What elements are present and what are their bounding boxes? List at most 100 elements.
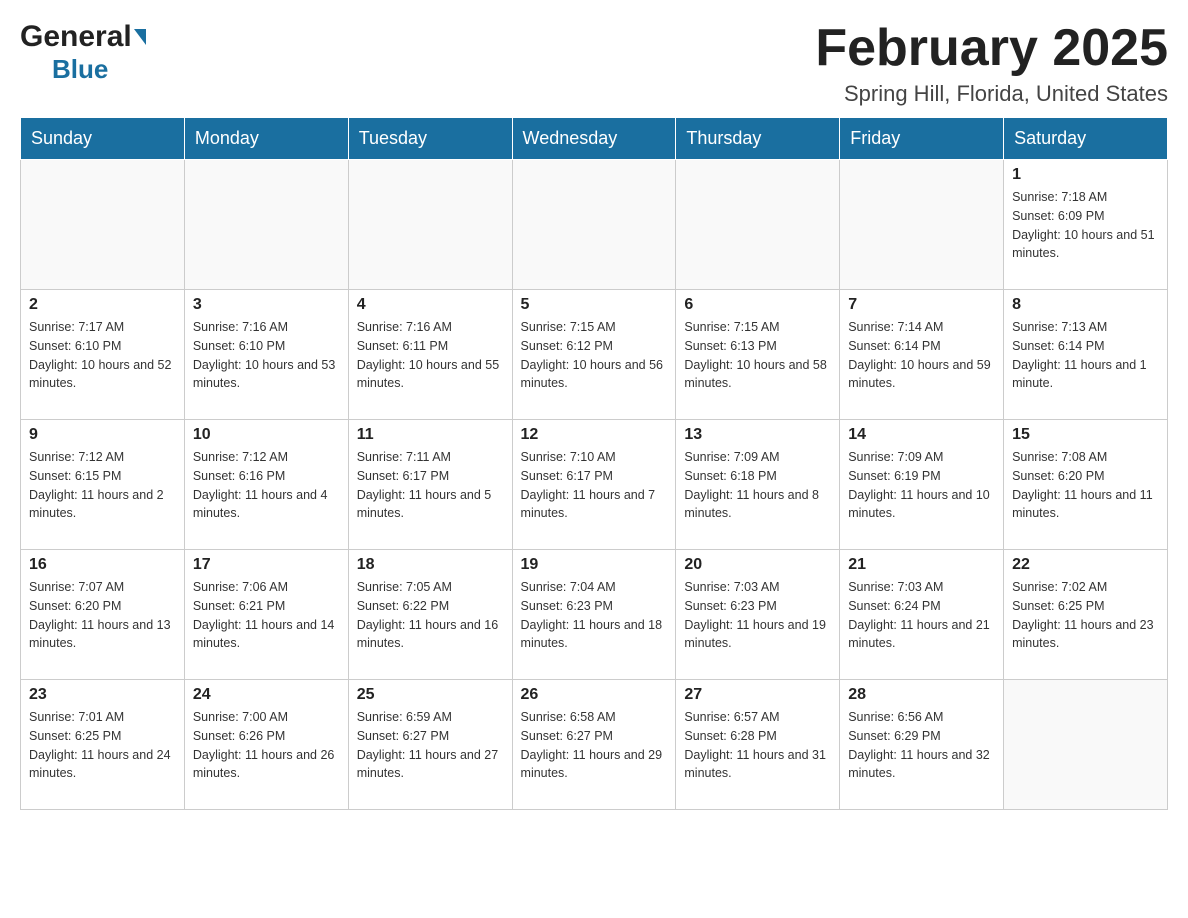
day-number: 10: [193, 426, 340, 444]
table-row: [184, 160, 348, 290]
col-wednesday: Wednesday: [512, 118, 676, 160]
day-info: Sunrise: 7:04 AMSunset: 6:23 PMDaylight:…: [521, 578, 668, 653]
day-info: Sunrise: 7:10 AMSunset: 6:17 PMDaylight:…: [521, 448, 668, 523]
day-number: 12: [521, 426, 668, 444]
table-row: 18 Sunrise: 7:05 AMSunset: 6:22 PMDayligh…: [348, 550, 512, 680]
day-info: Sunrise: 7:16 AMSunset: 6:11 PMDaylight:…: [357, 318, 504, 393]
day-number: 27: [684, 686, 831, 704]
day-info: Sunrise: 6:57 AMSunset: 6:28 PMDaylight:…: [684, 708, 831, 783]
day-number: 28: [848, 686, 995, 704]
day-info: Sunrise: 7:11 AMSunset: 6:17 PMDaylight:…: [357, 448, 504, 523]
table-row: 9Sunrise: 7:12 AMSunset: 6:15 PMDaylight…: [21, 420, 185, 550]
day-info: Sunrise: 6:59 AMSunset: 6:27 PMDaylight:…: [357, 708, 504, 783]
col-sunday: Sunday: [21, 118, 185, 160]
day-info: Sunrise: 7:18 AMSunset: 6:09 PMDaylight:…: [1012, 188, 1159, 263]
table-row: [21, 160, 185, 290]
day-info: Sunrise: 7:16 AMSunset: 6:10 PMDaylight:…: [193, 318, 340, 393]
col-thursday: Thursday: [676, 118, 840, 160]
col-tuesday: Tuesday: [348, 118, 512, 160]
calendar-header-row: Sunday Monday Tuesday Wednesday Thursday…: [21, 118, 1168, 160]
day-number: 18: [357, 556, 504, 574]
calendar-week-3: 9Sunrise: 7:12 AMSunset: 6:15 PMDaylight…: [21, 420, 1168, 550]
day-info: Sunrise: 7:01 AMSunset: 6:25 PMDaylight:…: [29, 708, 176, 783]
day-info: Sunrise: 7:12 AMSunset: 6:15 PMDaylight:…: [29, 448, 176, 523]
table-row: 8Sunrise: 7:13 AMSunset: 6:14 PMDaylight…: [1004, 290, 1168, 420]
col-monday: Monday: [184, 118, 348, 160]
table-row: 6 Sunrise: 7:15 AMSunset: 6:13 PMDaylight…: [676, 290, 840, 420]
title-block: February 2025 Spring Hill, Florida, Unit…: [815, 20, 1168, 107]
table-row: 19 Sunrise: 7:04 AMSunset: 6:23 PMDayligh…: [512, 550, 676, 680]
table-row: 23 Sunrise: 7:01 AMSunset: 6:25 PMDayligh…: [21, 680, 185, 810]
table-row: 17Sunrise: 7:06 AMSunset: 6:21 PMDayligh…: [184, 550, 348, 680]
day-info: Sunrise: 7:09 AMSunset: 6:18 PMDaylight:…: [684, 448, 831, 523]
page-subtitle: Spring Hill, Florida, United States: [815, 81, 1168, 107]
day-number: 19: [521, 556, 668, 574]
table-row: 5 Sunrise: 7:15 AMSunset: 6:12 PMDaylight…: [512, 290, 676, 420]
logo-general-text: General: [20, 20, 132, 54]
table-row: 13 Sunrise: 7:09 AMSunset: 6:18 PMDayligh…: [676, 420, 840, 550]
day-info: Sunrise: 7:05 AMSunset: 6:22 PMDaylight:…: [357, 578, 504, 653]
day-number: 13: [684, 426, 831, 444]
day-number: 23: [29, 686, 176, 704]
day-number: 11: [357, 426, 504, 444]
table-row: 2Sunrise: 7:17 AMSunset: 6:10 PMDaylight…: [21, 290, 185, 420]
table-row: 22 Sunrise: 7:02 AMSunset: 6:25 PMDayligh…: [1004, 550, 1168, 680]
day-info: Sunrise: 7:15 AMSunset: 6:13 PMDaylight:…: [684, 318, 831, 393]
day-number: 8: [1012, 296, 1159, 314]
day-number: 6: [684, 296, 831, 314]
day-number: 16: [29, 556, 176, 574]
calendar-table: Sunday Monday Tuesday Wednesday Thursday…: [20, 117, 1168, 810]
day-number: 1: [1012, 166, 1159, 184]
col-friday: Friday: [840, 118, 1004, 160]
table-row: 28 Sunrise: 6:56 AMSunset: 6:29 PMDayligh…: [840, 680, 1004, 810]
day-number: 25: [357, 686, 504, 704]
day-info: Sunrise: 7:15 AMSunset: 6:12 PMDaylight:…: [521, 318, 668, 393]
table-row: 16 Sunrise: 7:07 AMSunset: 6:20 PMDayligh…: [21, 550, 185, 680]
table-row: 27 Sunrise: 6:57 AMSunset: 6:28 PMDayligh…: [676, 680, 840, 810]
table-row: 4 Sunrise: 7:16 AMSunset: 6:11 PMDaylight…: [348, 290, 512, 420]
day-number: 4: [357, 296, 504, 314]
col-saturday: Saturday: [1004, 118, 1168, 160]
page-header: General Blue February 2025 Spring Hill, …: [20, 20, 1168, 107]
day-number: 5: [521, 296, 668, 314]
table-row: [1004, 680, 1168, 810]
day-info: Sunrise: 7:14 AMSunset: 6:14 PMDaylight:…: [848, 318, 995, 393]
day-number: 14: [848, 426, 995, 444]
table-row: 21 Sunrise: 7:03 AMSunset: 6:24 PMDayligh…: [840, 550, 1004, 680]
day-info: Sunrise: 7:03 AMSunset: 6:23 PMDaylight:…: [684, 578, 831, 653]
page-title: February 2025: [815, 20, 1168, 77]
day-info: Sunrise: 7:12 AMSunset: 6:16 PMDaylight:…: [193, 448, 340, 523]
day-info: Sunrise: 7:02 AMSunset: 6:25 PMDaylight:…: [1012, 578, 1159, 653]
table-row: 20 Sunrise: 7:03 AMSunset: 6:23 PMDayligh…: [676, 550, 840, 680]
day-number: 24: [193, 686, 340, 704]
table-row: 15 Sunrise: 7:08 AMSunset: 6:20 PMDayligh…: [1004, 420, 1168, 550]
day-info: Sunrise: 7:07 AMSunset: 6:20 PMDaylight:…: [29, 578, 176, 653]
day-number: 26: [521, 686, 668, 704]
day-info: Sunrise: 6:58 AMSunset: 6:27 PMDaylight:…: [521, 708, 668, 783]
table-row: 14Sunrise: 7:09 AMSunset: 6:19 PMDayligh…: [840, 420, 1004, 550]
table-row: 11 Sunrise: 7:11 AMSunset: 6:17 PMDayligh…: [348, 420, 512, 550]
table-row: 26 Sunrise: 6:58 AMSunset: 6:27 PMDayligh…: [512, 680, 676, 810]
table-row: 25 Sunrise: 6:59 AMSunset: 6:27 PMDayligh…: [348, 680, 512, 810]
calendar-week-5: 23 Sunrise: 7:01 AMSunset: 6:25 PMDayligh…: [21, 680, 1168, 810]
day-info: Sunrise: 7:08 AMSunset: 6:20 PMDaylight:…: [1012, 448, 1159, 523]
table-row: [348, 160, 512, 290]
logo-blue-text: Blue: [52, 54, 108, 84]
day-number: 7: [848, 296, 995, 314]
day-info: Sunrise: 7:06 AMSunset: 6:21 PMDaylight:…: [193, 578, 340, 653]
day-info: Sunrise: 6:56 AMSunset: 6:29 PMDaylight:…: [848, 708, 995, 783]
table-row: 24Sunrise: 7:00 AMSunset: 6:26 PMDayligh…: [184, 680, 348, 810]
day-number: 22: [1012, 556, 1159, 574]
day-number: 15: [1012, 426, 1159, 444]
calendar-week-2: 2Sunrise: 7:17 AMSunset: 6:10 PMDaylight…: [21, 290, 1168, 420]
day-number: 3: [193, 296, 340, 314]
calendar-week-1: 1 Sunrise: 7:18 AMSunset: 6:09 PMDaylight…: [21, 160, 1168, 290]
day-number: 21: [848, 556, 995, 574]
table-row: 10 Sunrise: 7:12 AMSunset: 6:16 PMDayligh…: [184, 420, 348, 550]
day-number: 20: [684, 556, 831, 574]
table-row: 1 Sunrise: 7:18 AMSunset: 6:09 PMDaylight…: [1004, 160, 1168, 290]
day-info: Sunrise: 7:03 AMSunset: 6:24 PMDaylight:…: [848, 578, 995, 653]
logo: General Blue: [20, 20, 146, 85]
day-number: 2: [29, 296, 176, 314]
table-row: 7 Sunrise: 7:14 AMSunset: 6:14 PMDaylight…: [840, 290, 1004, 420]
